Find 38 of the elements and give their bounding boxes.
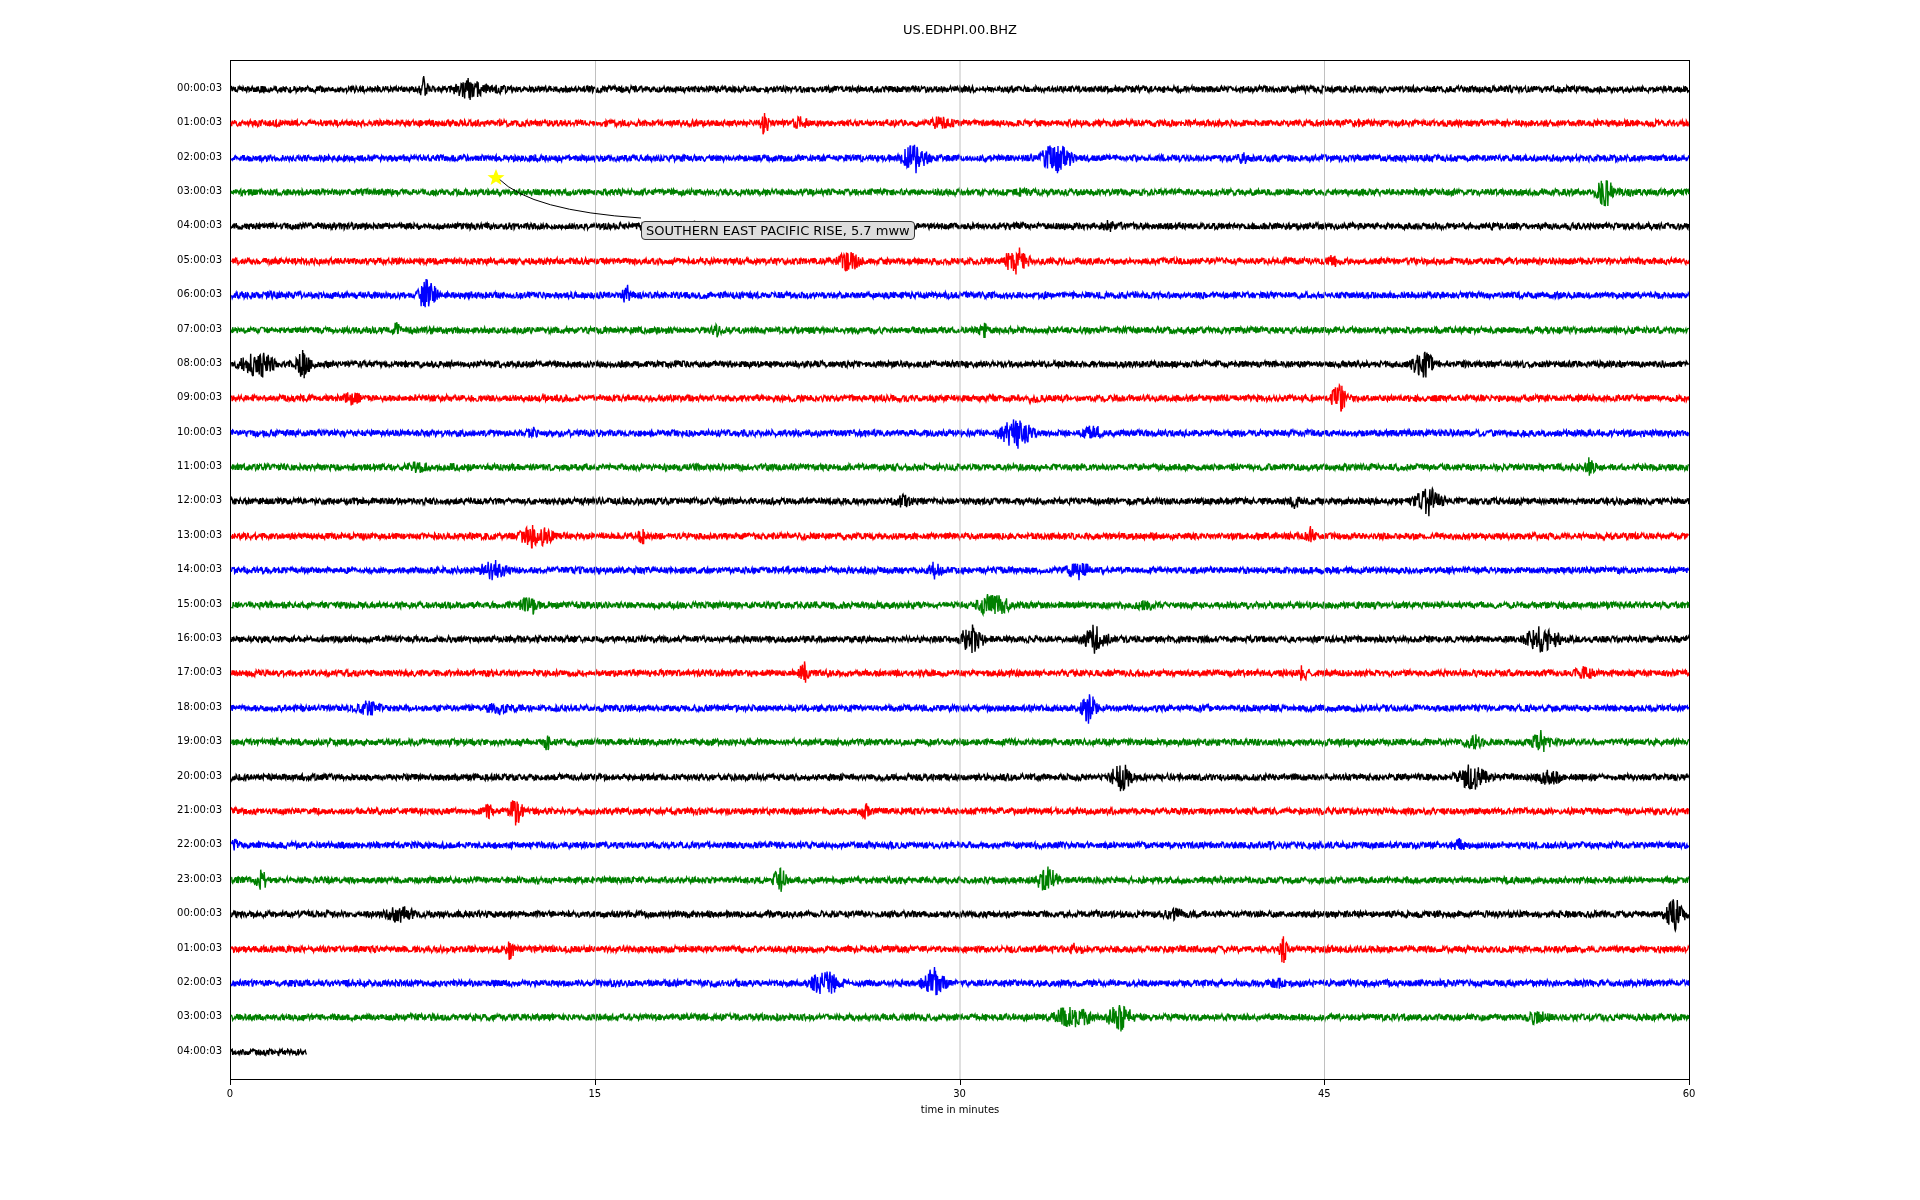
star-icon (487, 169, 505, 185)
row-time-label: 02:00:03 (176, 974, 223, 989)
row-time-label: 15:00:03 (176, 596, 223, 611)
row-time-label: 03:00:03 (176, 183, 223, 198)
row-time-label: 07:00:03 (176, 321, 223, 336)
event-annotation: SOUTHERN EAST PACIFIC RISE, 5.7 mww (641, 221, 915, 240)
row-time-label: 10:00:03 (176, 424, 223, 439)
row-time-label: 04:00:03 (176, 218, 223, 233)
row-time-label: 03:00:03 (176, 1009, 223, 1024)
x-tick-label: 45 (1317, 1088, 1331, 1099)
x-tick-label: 15 (588, 1088, 602, 1099)
row-time-label: 16:00:03 (176, 631, 223, 646)
row-time-label: 17:00:03 (176, 665, 223, 680)
x-axis-label: time in minutes (920, 1104, 1000, 1115)
row-time-label: 14:00:03 (176, 562, 223, 577)
row-time-label: 05:00:03 (176, 252, 223, 267)
row-time-label: 02:00:03 (176, 149, 223, 164)
row-time-label: 09:00:03 (176, 390, 223, 405)
x-tick-label: 0 (226, 1088, 234, 1099)
row-time-label: 21:00:03 (176, 803, 223, 817)
row-time-label: 12:00:03 (176, 493, 223, 508)
row-time-label: 20:00:03 (176, 768, 223, 783)
x-tick-label: 60 (1682, 1088, 1696, 1099)
row-time-label: 01:00:03 (176, 940, 223, 955)
row-time-label: 06:00:03 (176, 287, 223, 302)
row-time-label: 11:00:03 (176, 459, 223, 474)
row-time-label: 13:00:03 (176, 527, 223, 542)
row-time-label: 04:00:03 (176, 1043, 223, 1058)
row-time-label: 01:00:03 (176, 115, 223, 130)
row-time-label: 19:00:03 (176, 734, 223, 749)
row-time-label: 18:00:03 (176, 699, 223, 714)
row-time-label: 08:00:03 (176, 355, 223, 370)
row-time-label: 00:00:03 (176, 906, 223, 921)
x-tick-label: 30 (953, 1088, 966, 1099)
row-time-label: 00:00:03 (176, 80, 223, 95)
row-time-label: 22:00:03 (176, 837, 223, 852)
plot-title: US.EDHPI.00.BHZ (903, 22, 1017, 38)
row-time-label: 23:00:03 (176, 871, 223, 886)
